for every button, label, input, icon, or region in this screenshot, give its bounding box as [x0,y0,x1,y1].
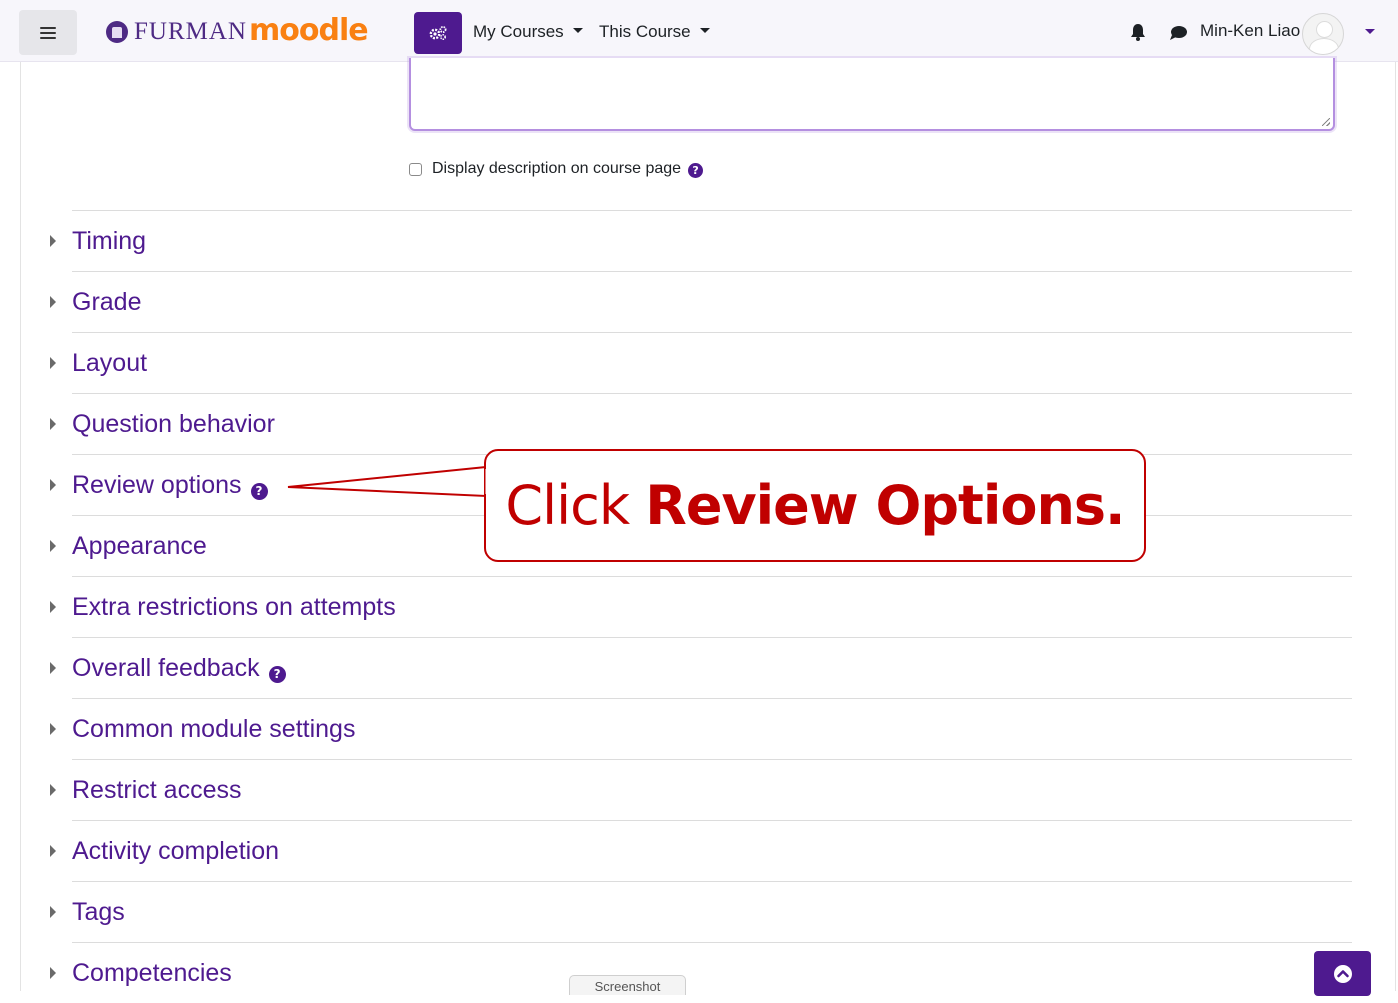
collapsed-triangle-icon [50,296,56,308]
my-courses-menu[interactable]: My Courses [473,22,583,42]
hamburger-icon [40,26,56,39]
bell-icon[interactable] [1128,22,1148,42]
display-description-checkbox[interactable] [409,162,422,176]
callout-text: Click Review Options. [505,474,1125,537]
chat-bubble-icon[interactable] [1168,23,1188,43]
instruction-callout: Click Review Options. [484,449,1146,562]
back-to-top-button[interactable] [1314,951,1371,996]
section-title[interactable]: Timing [72,227,146,256]
user-name[interactable]: Min-Ken Liao [1200,21,1300,41]
collapsed-triangle-icon [50,540,56,552]
section-title[interactable]: Tags [72,898,125,927]
collapsed-triangle-icon [50,418,56,430]
gears-icon [429,26,447,41]
menu-toggle-button[interactable] [19,10,77,55]
description-textarea[interactable] [409,58,1335,131]
content-right-border [1395,62,1396,991]
collapsed-triangle-icon [50,845,56,857]
collapsed-triangle-icon [50,357,56,369]
collapsed-triangle-icon [50,601,56,613]
section-title[interactable]: Overall feedback? [72,654,286,683]
display-description-row: Display description on course page ? [409,160,704,178]
screenshot-tab[interactable]: Screenshot [569,975,686,995]
chevron-down-icon [699,27,710,33]
section-competencies[interactable]: Competencies [50,942,1352,1003]
section-title-text: Overall feedback [72,654,260,682]
help-icon[interactable]: ? [250,482,268,500]
my-courses-label: My Courses [473,22,564,41]
section-restrict-access[interactable]: Restrict access [50,759,1352,820]
section-title-text: Review options [72,471,242,499]
user-avatar[interactable] [1302,13,1344,55]
section-title[interactable]: Extra restrictions on attempts [72,593,396,622]
section-title[interactable]: Layout [72,349,147,378]
collapsed-triangle-icon [50,662,56,674]
section-layout[interactable]: Layout [50,332,1352,393]
site-logo[interactable]: FURMAN moodle [106,12,369,50]
section-title[interactable]: Question behavior [72,410,275,439]
section-title[interactable]: Restrict access [72,776,241,805]
section-activity-completion[interactable]: Activity completion [50,820,1352,881]
chevron-down-icon [572,27,583,33]
section-tags[interactable]: Tags [50,881,1352,942]
section-title[interactable]: Appearance [72,532,207,561]
section-overall-feedback[interactable]: Overall feedback? [50,637,1352,698]
user-menu-caret-icon[interactable] [1365,29,1375,34]
callout-prefix: Click [505,474,646,537]
section-title[interactable]: Common module settings [72,715,355,744]
section-title[interactable]: Competencies [72,959,232,988]
this-course-label: This Course [599,22,691,41]
section-extra-restrictions[interactable]: Extra restrictions on attempts [50,576,1352,637]
callout-emphasis: Review Options. [645,474,1125,537]
brand-furman-text: FURMAN [134,18,247,45]
brand-moodle-text: moodle [248,12,369,48]
section-timing[interactable]: Timing [50,210,1352,271]
resize-grip-icon[interactable] [1322,118,1330,126]
display-description-label[interactable]: Display description on course page [432,160,681,178]
collapsed-triangle-icon [50,906,56,918]
admin-settings-button[interactable] [414,12,462,54]
help-icon[interactable]: ? [688,162,704,178]
section-title[interactable]: Review options? [72,471,268,500]
collapsed-triangle-icon [50,235,56,247]
collapsed-triangle-icon [50,479,56,491]
collapsed-triangle-icon [50,967,56,979]
top-navbar: FURMAN moodle My Courses This Course Min… [0,0,1398,62]
collapsed-triangle-icon [50,723,56,735]
section-title[interactable]: Activity completion [72,837,279,866]
section-title[interactable]: Grade [72,288,141,317]
arrow-up-icon [1333,964,1352,983]
furman-seal-icon [106,21,128,43]
help-icon[interactable]: ? [268,665,286,683]
section-common-module-settings[interactable]: Common module settings [50,698,1352,759]
section-grade[interactable]: Grade [50,271,1352,332]
collapsed-triangle-icon [50,784,56,796]
this-course-menu[interactable]: This Course [599,22,710,42]
section-question-behavior[interactable]: Question behavior [50,393,1352,454]
